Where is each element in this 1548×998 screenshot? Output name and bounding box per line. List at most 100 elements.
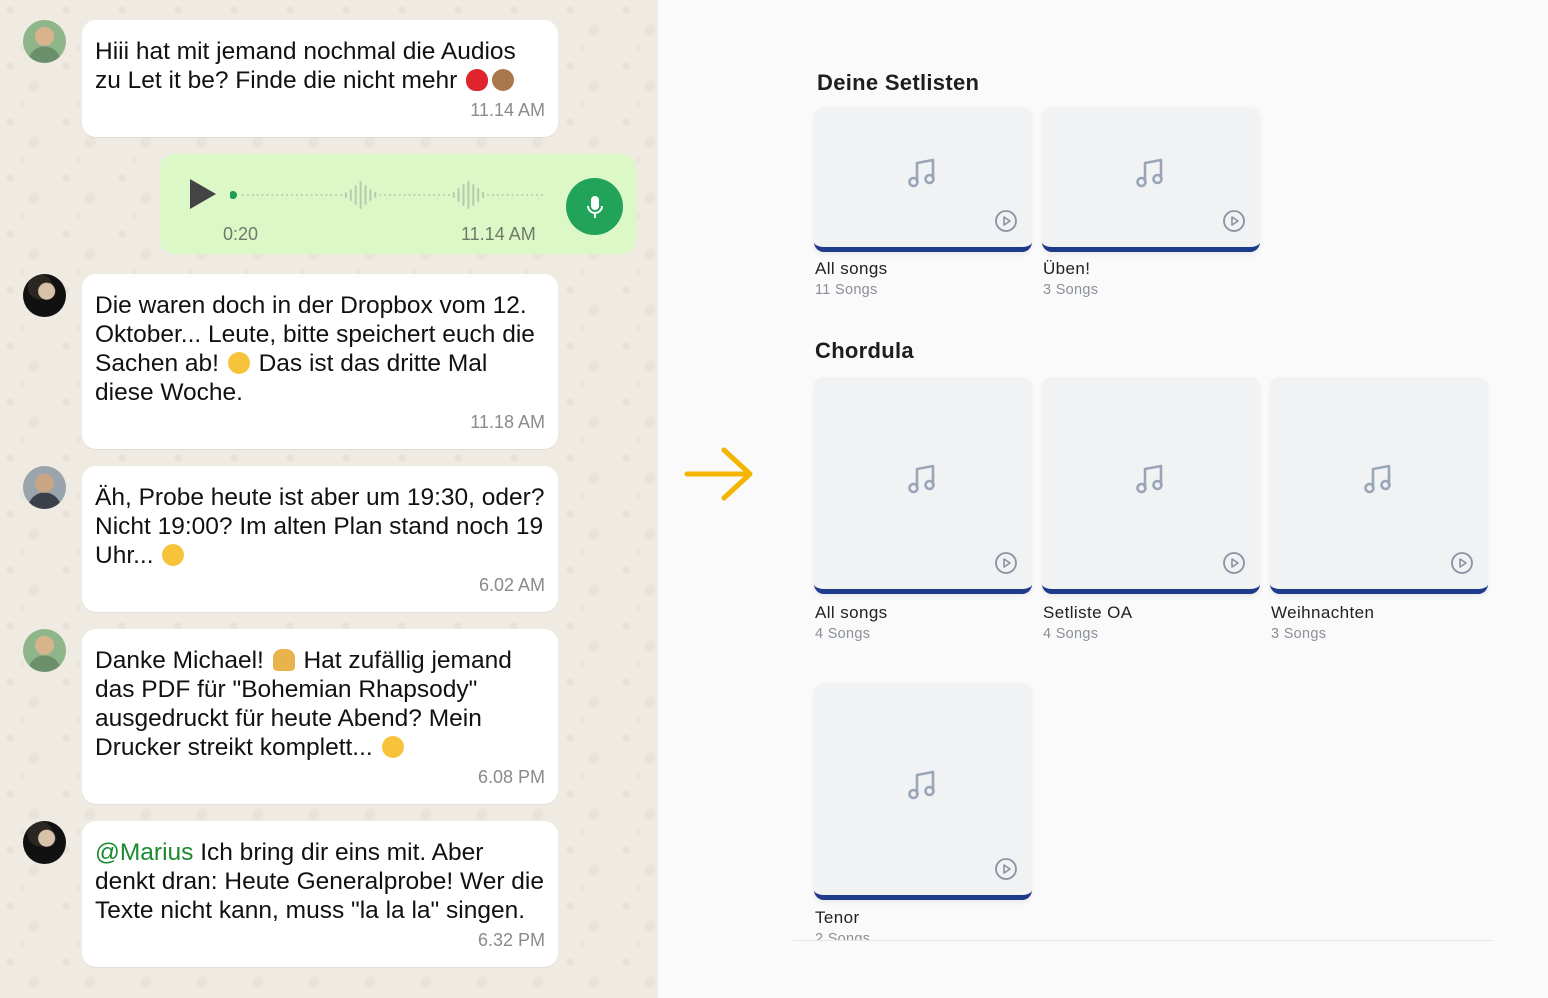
waveform-bar — [340, 194, 342, 196]
avatar[interactable] — [23, 629, 66, 672]
waveform-bar — [335, 194, 338, 196]
voice-message-bubble[interactable]: 0:20 11.14 AM — [160, 154, 636, 254]
microphone-icon — [586, 195, 603, 218]
waveform-bar — [536, 194, 538, 196]
waveform-bar — [325, 194, 328, 196]
waveform-bar — [305, 194, 308, 196]
message-time: 6.32 PM — [477, 930, 545, 950]
message-text: Äh, Probe heute ist aber um 19:30, oder?… — [95, 484, 545, 569]
waveform-bar — [447, 194, 450, 196]
setlist-song-count: 3 Songs — [1271, 626, 1327, 642]
waveform-bar — [354, 185, 357, 205]
waveform-bar — [256, 194, 259, 196]
play-circle-icon[interactable] — [994, 857, 1018, 881]
message-text: @Marius Ich bring dir eins mit. Aber den… — [95, 839, 544, 924]
playback-position-dot — [230, 191, 237, 199]
waveform-bar — [359, 181, 362, 209]
message-time: 6.08 PM — [477, 767, 545, 787]
setlist-title: All songs — [815, 259, 888, 278]
waveform-bar — [467, 181, 470, 209]
waveform-bar — [438, 194, 440, 196]
message-time: 11.14 AM — [470, 100, 545, 120]
avatar[interactable] — [23, 274, 66, 317]
folded-hands-emoji — [272, 649, 295, 671]
setlist-card-weihnachten[interactable] — [1270, 377, 1488, 594]
waveform-bar — [442, 194, 445, 196]
waveform-bar — [477, 188, 480, 202]
setlist-song-count: 11 Songs — [815, 282, 878, 298]
waveform-bar — [300, 194, 303, 196]
message-time: 11.18 AM — [470, 412, 545, 432]
play-circle-icon[interactable] — [1450, 551, 1474, 575]
music-note-icon — [1364, 464, 1391, 494]
waveform-bar — [295, 194, 298, 196]
waveform-bar — [276, 194, 279, 196]
waveform-bar — [428, 194, 431, 196]
mic-button[interactable] — [566, 178, 623, 235]
play-icon[interactable] — [190, 179, 216, 209]
setlist-card-tenor[interactable] — [814, 683, 1032, 900]
sweat-smile-emoji — [227, 352, 250, 374]
waveform-bar — [433, 194, 436, 196]
waveform-bar — [242, 194, 244, 196]
waveform-bar — [511, 194, 514, 196]
waveform-bar — [261, 194, 264, 196]
waveform-bar — [403, 194, 406, 196]
message-bubble[interactable]: @Marius Ich bring dir eins mit. Aber den… — [82, 821, 558, 967]
waveform-bar — [364, 185, 367, 205]
setlist-card-all-songs[interactable] — [814, 377, 1032, 594]
message-bubble[interactable]: Die waren doch in der Dropbox vom 12. Ok… — [82, 274, 558, 449]
waveform-bar — [281, 194, 284, 196]
waveform-bar — [398, 194, 401, 196]
waveform-bar — [506, 194, 509, 196]
setlist-title: Tenor — [815, 908, 860, 927]
music-note-icon — [1136, 464, 1163, 494]
waveform-bar — [379, 194, 382, 196]
play-circle-icon[interactable] — [1222, 551, 1246, 575]
section-title: Deine Setlisten — [817, 70, 980, 95]
waveform-bar — [349, 189, 352, 201]
waveform-bar — [286, 194, 289, 196]
avatar[interactable] — [23, 20, 66, 63]
play-circle-icon[interactable] — [1222, 209, 1246, 233]
avatar[interactable] — [23, 466, 66, 509]
play-circle-icon[interactable] — [994, 209, 1018, 233]
see-no-evil-monkey-emoji — [492, 69, 515, 91]
waveform-bar — [330, 194, 333, 196]
waveform-bar — [310, 194, 313, 196]
waveform-bar — [462, 184, 465, 206]
setlist-card-setliste-oa[interactable] — [1042, 377, 1260, 594]
waveform-bar — [389, 194, 391, 196]
chat-panel: Hiii hat mit jemand nochmal die Audios z… — [0, 0, 658, 998]
waveform-bar — [266, 194, 269, 196]
waveform-bar — [369, 189, 372, 201]
message-text: Hiii hat mit jemand nochmal die Audios z… — [95, 38, 516, 94]
waveform-bar — [320, 194, 323, 196]
message-bubble[interactable]: Äh, Probe heute ist aber um 19:30, oder?… — [82, 466, 558, 612]
mention-link[interactable]: @Marius — [95, 839, 193, 866]
waveform-bar — [413, 194, 416, 196]
waveform[interactable] — [230, 180, 546, 210]
waveform-bar — [408, 194, 411, 196]
avatar[interactable] — [23, 821, 66, 864]
setlist-song-count: 4 Songs — [1043, 626, 1099, 642]
waveform-bar — [246, 194, 249, 196]
message-text: Die waren doch in der Dropbox vom 12. Ok… — [95, 292, 535, 406]
message-text: Danke Michael! Hat zufällig jemand das P… — [95, 647, 512, 761]
setlist-card-ueben[interactable] — [1042, 107, 1260, 252]
waveform-bar — [251, 194, 254, 196]
waveform-bar — [496, 194, 499, 196]
setlist-title: All songs — [815, 603, 888, 622]
setlist-title: Setliste OA — [1043, 603, 1133, 622]
waveform-bar — [393, 194, 396, 196]
setlist-card-all-songs[interactable] — [814, 107, 1032, 252]
waveform-bar — [291, 194, 293, 196]
waveform-bar — [526, 194, 529, 196]
waveform-bar — [540, 194, 543, 196]
message-bubble[interactable]: Danke Michael! Hat zufällig jemand das P… — [82, 629, 558, 804]
message-bubble[interactable]: Hiii hat mit jemand nochmal die Audios z… — [82, 20, 558, 137]
play-circle-icon[interactable] — [994, 551, 1018, 575]
music-note-icon — [908, 158, 935, 188]
setlist-title: Üben! — [1043, 259, 1091, 278]
waveform-bar — [487, 194, 489, 196]
